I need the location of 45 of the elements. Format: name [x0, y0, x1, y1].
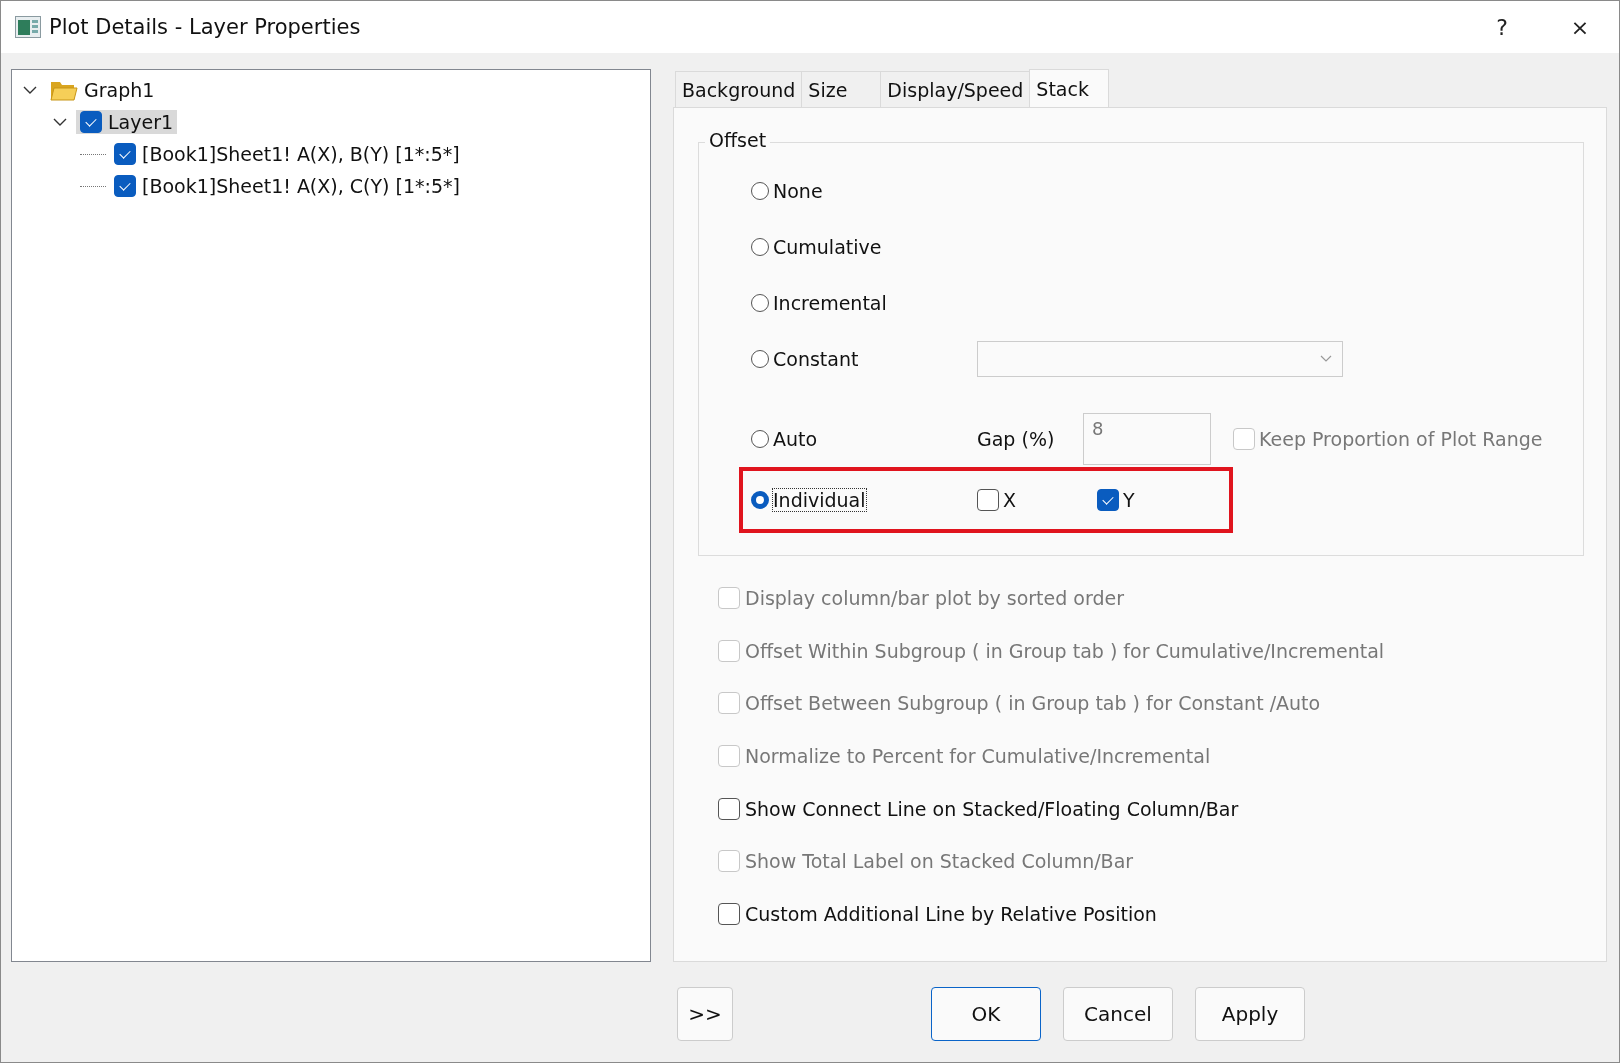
window-title: Plot Details - Layer Properties — [49, 15, 361, 39]
checkbox-label: Y — [1123, 489, 1135, 511]
checkbox[interactable] — [80, 111, 102, 133]
tree-label: Graph1 — [84, 79, 155, 101]
help-button[interactable]: ? — [1463, 1, 1541, 53]
close-button[interactable]: × — [1541, 1, 1619, 53]
checkbox[interactable] — [1097, 489, 1119, 511]
checkbox-label: X — [1003, 489, 1017, 511]
radio-option[interactable]: None — [751, 180, 977, 202]
checkbox-label: Offset Between Subgroup ( in Group tab ) for Constant /Auto — [745, 692, 1321, 715]
checkbox-label: Display column/bar plot by sorted order — [745, 587, 1124, 610]
checkbox-label: Offset Within Subgroup ( in Group tab ) for Cumulative/Incremental — [745, 639, 1385, 662]
dialog-button[interactable]: Apply — [1195, 987, 1305, 1041]
tab[interactable]: Stack — [1029, 69, 1110, 107]
dialog-button[interactable]: Cancel — [1063, 987, 1173, 1041]
radio-option[interactable]: Cumulative — [751, 236, 977, 258]
checkbox[interactable] — [977, 489, 999, 511]
tab[interactable]: Background — [675, 71, 803, 107]
tree-label: [Book1]Sheet1! A(X), B(Y) [1*:5*] — [142, 143, 460, 165]
tree-item[interactable]: [Book1]Sheet1! A(X), C(Y) [1*:5*] — [110, 174, 464, 198]
radio-option[interactable]: Incremental — [751, 292, 977, 314]
checkbox[interactable] — [114, 175, 136, 197]
radio-option[interactable]: Constant — [751, 348, 977, 370]
checkbox-label: Normalize to Percent for Cumulative/Incremental — [745, 745, 1211, 768]
tree-item[interactable]: [Book1]Sheet1! A(X), B(Y) [1*:5*] — [110, 142, 464, 166]
checkbox[interactable] — [718, 797, 740, 820]
chevron-down-icon — [1320, 355, 1332, 363]
checkbox-label: Show Connect Line on Stacked/Floating Column/Bar — [745, 797, 1239, 820]
tree-label: [Book1]Sheet1! A(X), C(Y) [1*:5*] — [142, 175, 460, 197]
app-icon — [15, 16, 41, 38]
tree-label: Layer1 — [108, 111, 174, 133]
radio-option[interactable]: Individual — [751, 489, 977, 511]
tree-item[interactable]: Layer1 — [76, 110, 178, 134]
radio-option[interactable]: Auto — [751, 428, 977, 450]
checkbox-label: Keep Proportion of Plot Range — [1259, 428, 1543, 450]
tree-item[interactable]: Graph1 — [46, 78, 159, 102]
gap-field[interactable]: 8 — [1083, 413, 1211, 465]
dialog-button[interactable]: OK — [931, 987, 1041, 1041]
checkbox[interactable] — [718, 902, 740, 925]
checkbox[interactable] — [114, 143, 136, 165]
expand-button[interactable]: >> — [677, 987, 733, 1041]
field-label: Gap (%) — [977, 428, 1056, 450]
checkbox-label: Custom Additional Line by Relative Position — [745, 902, 1157, 925]
checkbox-label: Show Total Label on Stacked Column/Bar — [745, 850, 1134, 873]
folder-icon — [50, 79, 78, 101]
